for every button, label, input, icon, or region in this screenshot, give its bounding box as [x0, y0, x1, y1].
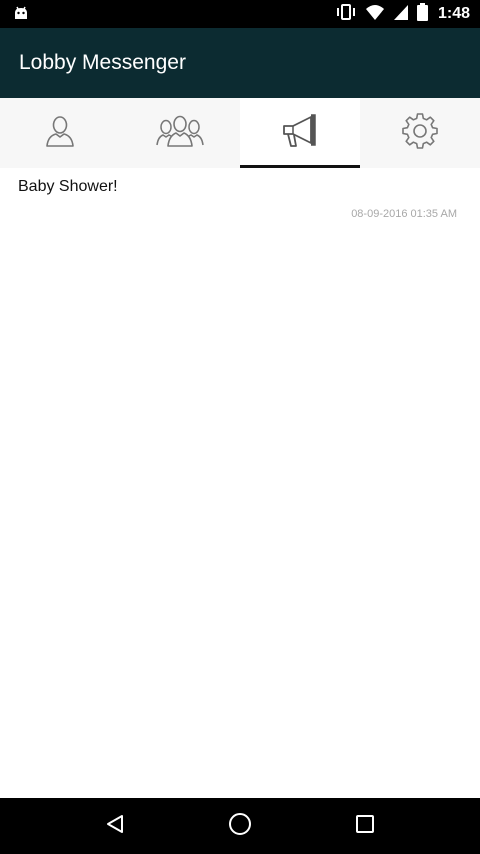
list-item[interactable]: Baby Shower! 08-09-2016 01:35 AM	[0, 168, 480, 224]
status-time: 1:48	[437, 5, 470, 22]
tab-contacts[interactable]	[0, 98, 120, 168]
announcement-timestamp: 08-09-2016 01:35 AM	[351, 208, 457, 220]
nav-bar	[0, 798, 480, 854]
app-title: Lobby Messenger	[19, 51, 186, 74]
recents-icon	[355, 814, 375, 839]
battery-icon	[416, 2, 428, 26]
wifi-icon	[365, 3, 385, 26]
tab-bar	[0, 98, 480, 168]
home-button[interactable]	[220, 806, 260, 846]
vibrate-icon	[335, 3, 357, 26]
megaphone-icon	[281, 113, 319, 154]
back-icon	[104, 813, 126, 840]
status-icons: 1:48	[335, 0, 470, 28]
status-bar: 1:48	[0, 0, 480, 28]
announcement-list: Baby Shower! 08-09-2016 01:35 AM	[0, 168, 480, 798]
tab-announcements[interactable]	[240, 98, 360, 168]
gear-icon	[402, 112, 438, 154]
tab-groups[interactable]	[120, 98, 240, 168]
app-bar: Lobby Messenger	[0, 28, 480, 98]
back-button[interactable]	[95, 806, 135, 846]
recents-button[interactable]	[345, 806, 385, 846]
signal-icon	[393, 3, 409, 26]
screen: 1:48 Lobby Messenger Baby Shower! 08-09-…	[0, 0, 480, 854]
home-icon	[228, 812, 252, 841]
tab-settings[interactable]	[360, 98, 480, 168]
android-debug-icon	[12, 5, 30, 23]
person-icon	[45, 115, 75, 152]
group-icon	[156, 115, 204, 152]
announcement-title: Baby Shower!	[18, 178, 118, 195]
